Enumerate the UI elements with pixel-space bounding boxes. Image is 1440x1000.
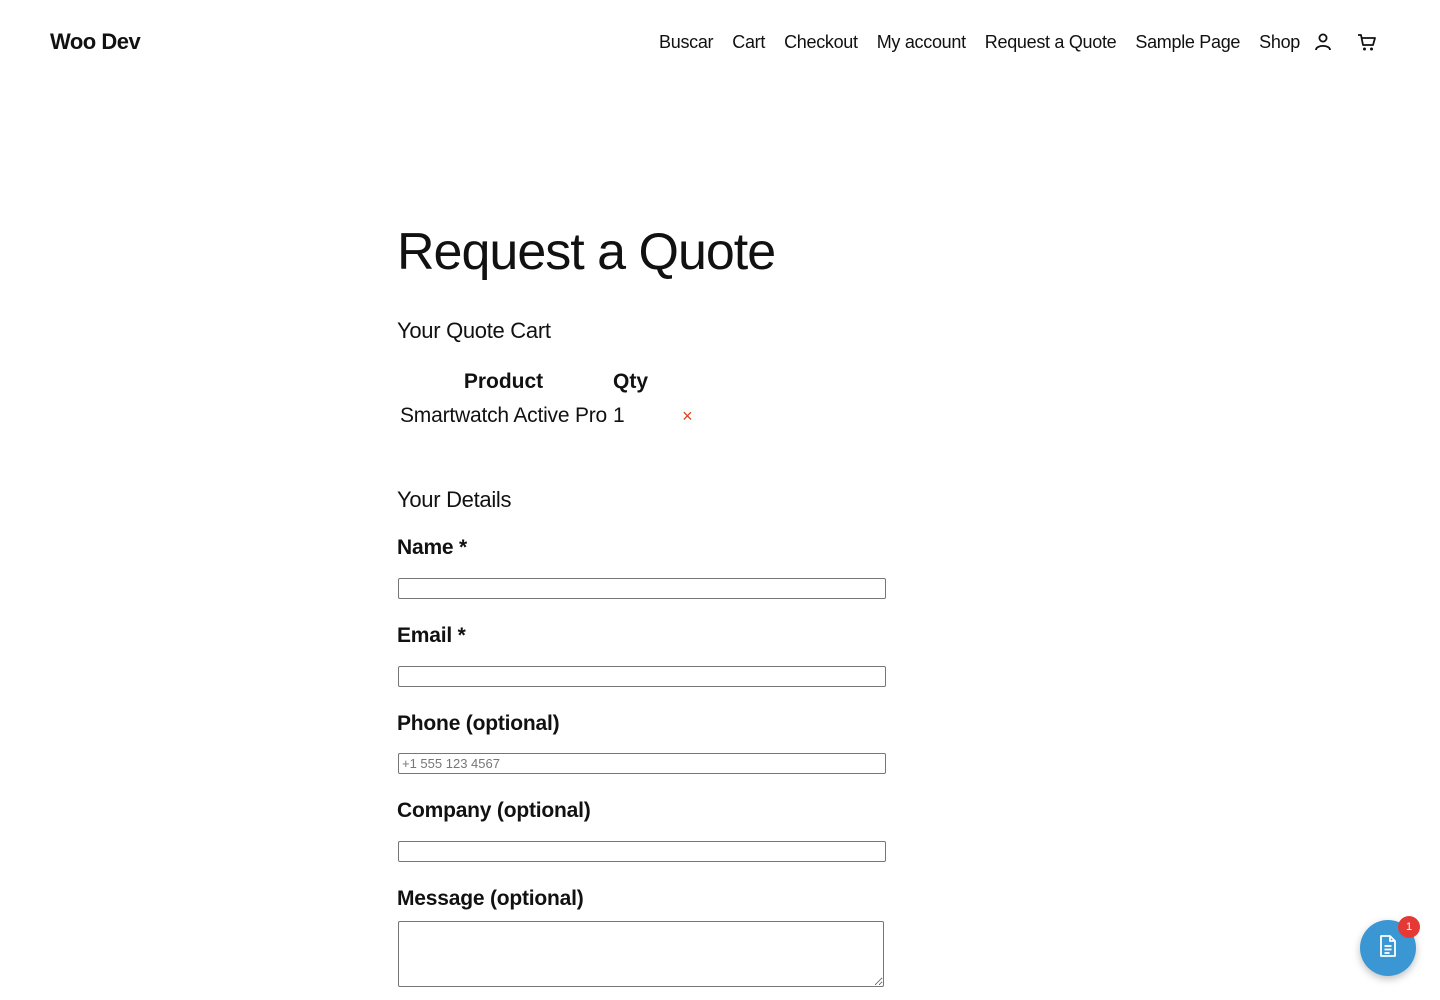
site-title[interactable]: Woo Dev [50, 29, 141, 55]
column-header-remove [651, 368, 695, 402]
message-textarea[interactable] [398, 921, 884, 987]
remove-item-button[interactable]: × [654, 406, 693, 427]
nav-item-my-account[interactable]: My account [877, 30, 966, 54]
cart-icon[interactable] [1355, 30, 1379, 54]
quote-cart-heading: Your Quote Cart [397, 318, 551, 343]
column-header-product: Product [463, 370, 544, 393]
main-nav: Buscar Cart Checkout My account Request … [659, 30, 1300, 54]
nav-item-request-a-quote[interactable]: Request a Quote [985, 30, 1117, 54]
quote-count-badge: 1 [1398, 916, 1420, 938]
name-label: Name * [397, 536, 468, 559]
product-name: Smartwatch Active Pro [400, 404, 608, 427]
product-qty: 1 [613, 404, 625, 427]
company-input[interactable] [398, 841, 886, 862]
email-input[interactable] [398, 666, 886, 687]
email-label: Email * [397, 624, 466, 647]
page-title: Request a Quote [397, 223, 776, 281]
nav-item-sample-page[interactable]: Sample Page [1135, 30, 1240, 54]
remove-cell: × [651, 402, 695, 430]
quote-cart-table: Product Qty Smartwatch Active Pro 1 × [397, 368, 695, 430]
name-input[interactable] [398, 578, 886, 599]
message-label: Message (optional) [397, 887, 584, 910]
column-header-qty: Qty [613, 370, 649, 393]
table-row: Smartwatch Active Pro 1 × [397, 402, 695, 430]
nav-item-checkout[interactable]: Checkout [784, 30, 858, 54]
phone-input[interactable] [398, 753, 886, 774]
document-icon [1377, 934, 1399, 963]
nav-item-shop[interactable]: Shop [1259, 30, 1300, 54]
phone-label: Phone (optional) [397, 712, 560, 735]
nav-item-buscar[interactable]: Buscar [659, 30, 714, 54]
details-heading: Your Details [397, 487, 512, 512]
user-icon[interactable] [1311, 30, 1335, 54]
site-header: Woo Dev Buscar Cart Checkout My account … [0, 0, 1440, 84]
nav-item-cart[interactable]: Cart [732, 30, 765, 54]
company-label: Company (optional) [397, 799, 591, 822]
main-content: Request a Quote Your Quote Cart Product … [397, 220, 957, 987]
